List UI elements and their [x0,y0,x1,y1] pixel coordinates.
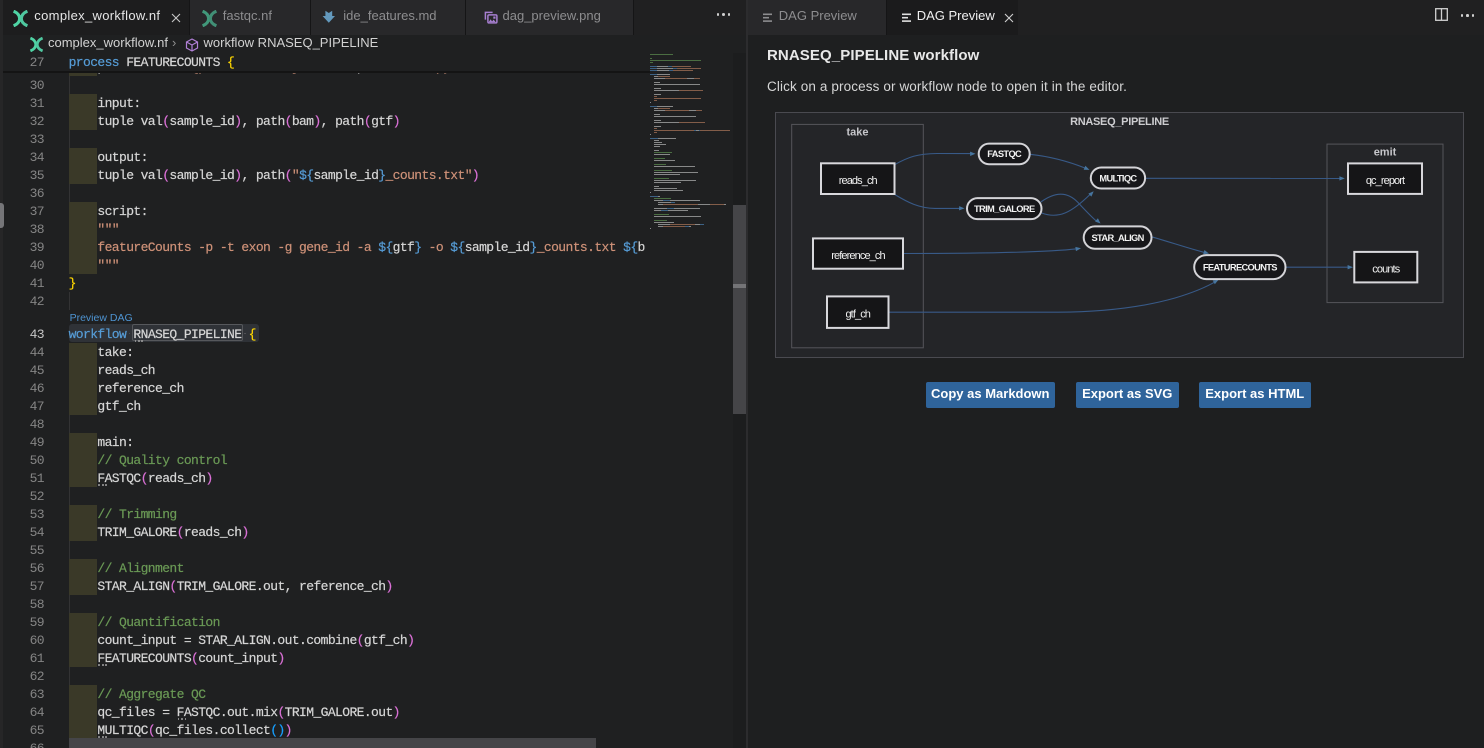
svg-text:reads_ch: reads_ch [838,175,877,187]
svg-text:RNASEQ_PIPELINE: RNASEQ_PIPELINE [1070,116,1169,128]
svg-text:reference_ch: reference_ch [831,250,885,262]
svg-text:MULTIQC: MULTIQC [1099,174,1137,184]
svg-text:qc_report: qc_report [1365,175,1404,187]
svg-text:counts: counts [1372,264,1400,276]
svg-text:take: take [846,127,868,139]
svg-text:TRIM_GALORE: TRIM_GALORE [973,204,1034,214]
svg-text:emit: emit [1373,147,1396,159]
svg-text:FEATURECOUNTS: FEATURECOUNTS [1202,263,1276,273]
svg-text:gtf_ch: gtf_ch [845,309,870,321]
svg-text:FASTQC: FASTQC [987,150,1022,160]
svg-text:STAR_ALIGN: STAR_ALIGN [1091,233,1144,243]
